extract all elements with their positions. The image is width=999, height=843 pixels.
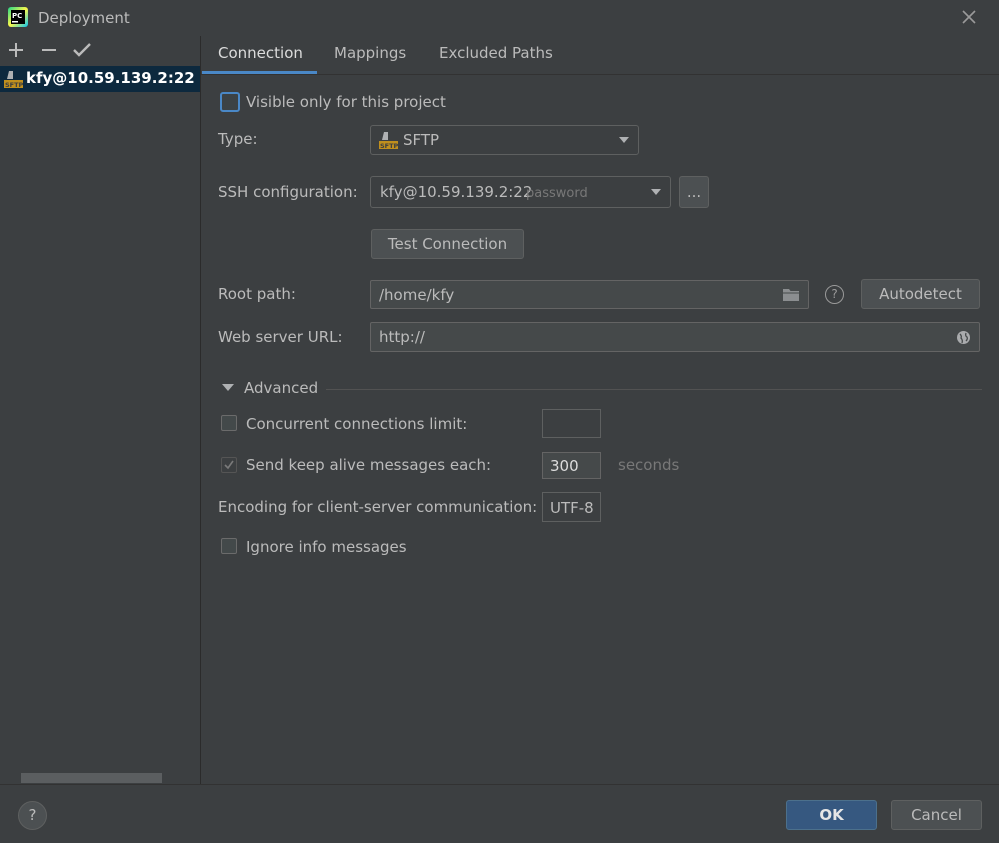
ignore-info-checkbox[interactable] [221, 538, 237, 554]
root-path-label: Root path: [218, 285, 296, 303]
sftp-server-icon: SFTP [4, 71, 23, 89]
ok-button[interactable]: OK [786, 800, 877, 830]
add-server-button[interactable] [5, 39, 27, 61]
ssh-config-value: kfy@10.59.139.2:22 [380, 183, 533, 201]
pycharm-app-icon: PC [8, 7, 28, 27]
globe-icon[interactable] [956, 330, 971, 345]
use-as-default-button[interactable] [71, 39, 93, 61]
cancel-button[interactable]: Cancel [891, 800, 982, 830]
concurrent-limit-label: Concurrent connections limit: [246, 415, 468, 433]
collapse-triangle-icon[interactable] [222, 384, 234, 392]
visible-only-checkbox[interactable] [220, 92, 240, 112]
help-button[interactable]: ? [18, 801, 47, 830]
svg-text:PC: PC [12, 12, 22, 20]
ignore-info-label: Ignore info messages [246, 538, 407, 556]
title-bar [0, 0, 999, 36]
visible-only-label: Visible only for this project [246, 93, 446, 111]
close-icon[interactable] [958, 6, 980, 28]
server-name: kfy@10.59.139.2:22 password [26, 69, 200, 87]
concurrent-limit-checkbox[interactable] [221, 415, 237, 431]
web-server-url-input[interactable]: http:// [370, 322, 980, 352]
horizontal-scrollbar[interactable] [21, 773, 162, 783]
encoding-value: UTF-8 [550, 499, 594, 517]
autodetect-button[interactable]: Autodetect [861, 279, 980, 309]
root-path-input[interactable]: /home/kfy [370, 280, 809, 309]
type-label: Type: [218, 130, 258, 148]
ssh-config-dropdown[interactable]: kfy@10.59.139.2:22 password [370, 176, 671, 208]
advanced-divider [326, 389, 982, 390]
server-list-item[interactable]: SFTP kfy@10.59.139.2:22 password [0, 66, 200, 92]
encoding-label: Encoding for client-server communication… [218, 498, 538, 516]
encoding-field[interactable]: UTF-8 [542, 492, 601, 522]
chevron-down-icon [619, 137, 629, 143]
tab-excluded-paths[interactable]: Excluded Paths [439, 44, 553, 62]
keep-alive-unit: seconds [618, 456, 680, 474]
ssh-config-browse-button[interactable]: ... [679, 176, 709, 208]
chevron-down-icon [651, 189, 661, 195]
svg-text:SFTP: SFTP [380, 142, 398, 150]
concurrent-limit-input[interactable] [542, 409, 601, 438]
tab-connection[interactable]: Connection [218, 44, 303, 62]
help-icon[interactable]: ? [825, 285, 844, 304]
keep-alive-checkbox[interactable] [221, 457, 237, 473]
remove-server-button[interactable] [38, 39, 60, 61]
keep-alive-value: 300 [550, 457, 579, 475]
keep-alive-label: Send keep alive messages each: [246, 456, 492, 474]
checkmark-icon [73, 43, 91, 57]
window-title: Deployment [38, 9, 130, 27]
ssh-auth-type: password [526, 186, 588, 201]
web-server-url-label: Web server URL: [218, 328, 343, 346]
folder-icon[interactable] [782, 287, 800, 302]
keep-alive-input[interactable]: 300 [542, 452, 601, 479]
test-connection-button[interactable]: Test Connection [371, 229, 524, 259]
svg-text:SFTP: SFTP [5, 81, 23, 89]
root-path-value: /home/kfy [379, 285, 455, 304]
plus-icon [9, 43, 23, 57]
splitter[interactable] [200, 36, 201, 784]
tab-mappings[interactable]: Mappings [334, 44, 406, 62]
server-list [0, 64, 200, 784]
type-dropdown[interactable]: SFTP SFTP [370, 125, 639, 155]
tab-divider [201, 74, 999, 75]
web-server-url-value: http:// [379, 328, 425, 346]
sftp-icon: SFTP [379, 132, 398, 150]
advanced-section-title[interactable]: Advanced [244, 379, 318, 397]
ssh-config-label: SSH configuration: [218, 183, 358, 201]
minus-icon [42, 49, 56, 51]
footer-divider [0, 784, 999, 785]
checkmark-icon [224, 460, 234, 470]
type-value: SFTP [403, 131, 440, 149]
